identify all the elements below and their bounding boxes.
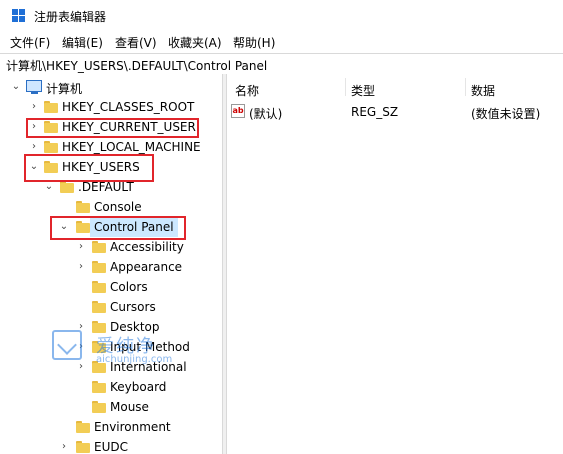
folder-icon bbox=[44, 141, 58, 153]
folder-icon bbox=[76, 201, 90, 213]
tree-item-colors[interactable]: Colors bbox=[0, 278, 222, 298]
tree-item-label: .DEFAULT bbox=[78, 180, 134, 194]
registry-tree[interactable]: ⌄ 计算机 › HKEY_CLASSES_ROOT › HKEY_CURRENT… bbox=[0, 74, 223, 454]
collapse-icon[interactable]: ⌄ bbox=[10, 81, 22, 93]
tree-item-cursors[interactable]: Cursors bbox=[0, 298, 222, 318]
watermark-logo-icon bbox=[52, 330, 82, 360]
expand-icon[interactable]: › bbox=[75, 261, 87, 273]
address-bar[interactable]: 计算机\HKEY_USERS\.DEFAULT\Control Panel bbox=[0, 53, 563, 75]
tree-item-keyboard[interactable]: Keyboard bbox=[0, 378, 222, 398]
value-name[interactable]: (默认) bbox=[249, 105, 282, 125]
tree-item-label: Environment bbox=[94, 420, 171, 434]
folder-icon bbox=[76, 441, 90, 453]
tree-item-label: Cursors bbox=[110, 300, 156, 314]
values-list[interactable]: 名称 类型 数据 ab (默认) REG_SZ (数值未设置) bbox=[227, 74, 563, 454]
column-header-type[interactable]: 类型 bbox=[351, 82, 375, 99]
menu-view[interactable]: 查看(V) bbox=[115, 34, 157, 51]
tree-item-label: HKEY_LOCAL_MACHINE bbox=[62, 140, 201, 154]
menu-favorites[interactable]: 收藏夹(A) bbox=[168, 34, 222, 51]
folder-icon bbox=[60, 181, 74, 193]
folder-icon bbox=[76, 421, 90, 433]
value-data: (数值未设置) bbox=[471, 107, 541, 121]
column-separator[interactable] bbox=[465, 78, 466, 96]
computer-icon bbox=[26, 80, 42, 94]
menu-help[interactable]: 帮助(H) bbox=[233, 34, 275, 51]
folder-icon bbox=[92, 281, 106, 293]
tree-item-label: Accessibility bbox=[110, 240, 184, 254]
string-value-icon: ab bbox=[231, 104, 245, 118]
watermark-en-text: aichunjing.com bbox=[96, 354, 173, 365]
tree-item-accessibility[interactable]: › Accessibility bbox=[0, 238, 222, 258]
folder-icon bbox=[92, 301, 106, 313]
tree-item-console[interactable]: Console bbox=[0, 198, 222, 218]
expand-icon[interactable]: › bbox=[58, 441, 70, 453]
tree-item-label: Colors bbox=[110, 280, 148, 294]
expand-icon[interactable]: › bbox=[28, 141, 40, 153]
address-path[interactable]: 计算机\HKEY_USERS\.DEFAULT\Control Panel bbox=[6, 57, 267, 74]
tree-item-label: Mouse bbox=[110, 400, 149, 414]
folder-icon bbox=[92, 401, 106, 413]
tree-item-computer[interactable]: ⌄ 计算机 bbox=[0, 78, 222, 98]
title-bar: 注册表编辑器 bbox=[0, 0, 563, 30]
expand-icon[interactable]: › bbox=[28, 101, 40, 113]
folder-icon bbox=[44, 101, 58, 113]
menu-file[interactable]: 文件(F) bbox=[10, 34, 50, 51]
tree-item-appearance[interactable]: › Appearance bbox=[0, 258, 222, 278]
window-title: 注册表编辑器 bbox=[34, 10, 107, 24]
tree-item-mouse[interactable]: Mouse bbox=[0, 398, 222, 418]
folder-icon bbox=[92, 261, 106, 273]
highlight-box-current-user bbox=[26, 118, 199, 138]
tree-item-label: Console bbox=[94, 200, 142, 214]
tree-item-environment[interactable]: Environment bbox=[0, 418, 222, 438]
tree-item-label: EUDC bbox=[94, 440, 128, 454]
highlight-box-control-panel bbox=[50, 216, 186, 240]
collapse-icon[interactable]: ⌄ bbox=[43, 181, 55, 193]
column-separator[interactable] bbox=[345, 78, 346, 96]
column-header-name[interactable]: 名称 bbox=[235, 82, 259, 99]
column-header-data[interactable]: 数据 bbox=[471, 82, 495, 99]
tree-item-label: Keyboard bbox=[110, 380, 167, 394]
folder-icon bbox=[92, 381, 106, 393]
expand-icon[interactable]: › bbox=[75, 241, 87, 253]
regedit-app-icon bbox=[12, 9, 26, 23]
tree-item-hkey-classes-root[interactable]: › HKEY_CLASSES_ROOT bbox=[0, 98, 222, 118]
value-type: REG_SZ bbox=[351, 105, 399, 119]
tree-item-eudc[interactable]: › EUDC bbox=[0, 438, 222, 454]
tree-item-label: 计算机 bbox=[46, 82, 83, 96]
tree-item-label: Appearance bbox=[110, 260, 183, 274]
watermark: 爱纯净 aichunjing.com bbox=[52, 330, 192, 368]
tree-item-label: HKEY_CLASSES_ROOT bbox=[62, 100, 195, 114]
highlight-box-hkey-users bbox=[24, 154, 154, 182]
menu-edit[interactable]: 编辑(E) bbox=[62, 34, 103, 51]
folder-icon bbox=[92, 241, 106, 253]
menu-bar: 文件(F) 编辑(E) 查看(V) 收藏夹(A) 帮助(H) bbox=[0, 31, 563, 53]
